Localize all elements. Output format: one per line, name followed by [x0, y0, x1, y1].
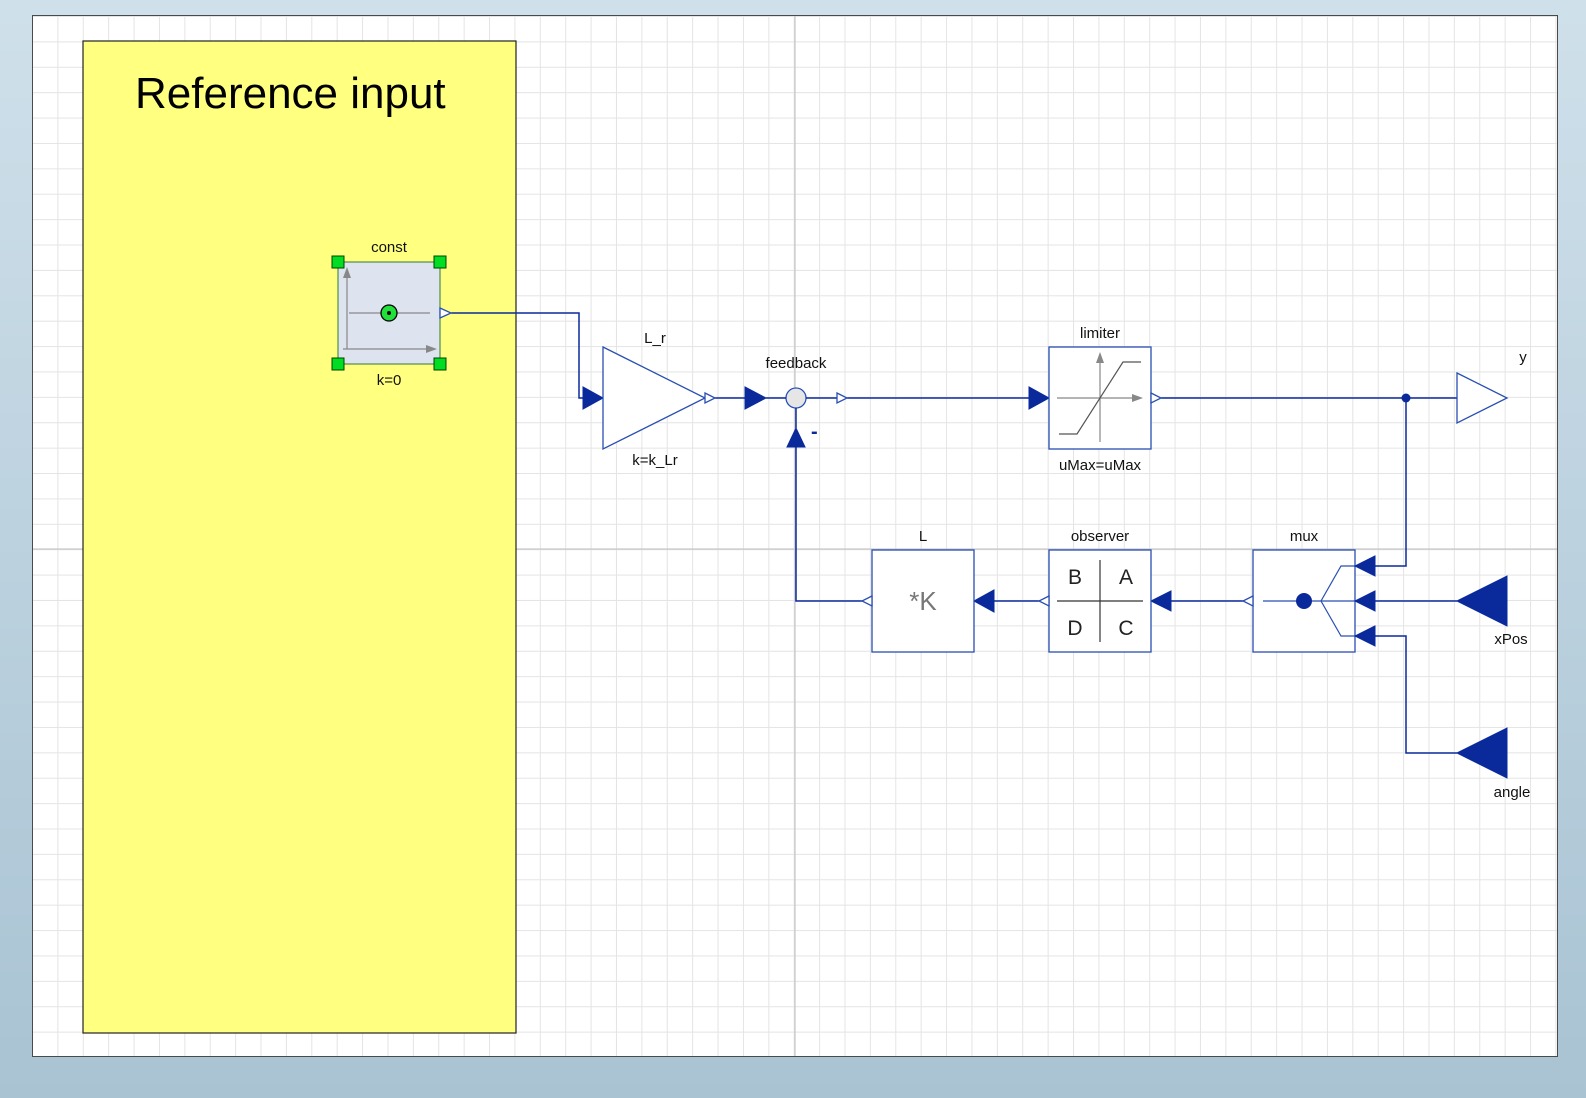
limiter-output-port[interactable] [1150, 391, 1163, 405]
wire-L-to-feedback[interactable] [795, 447, 872, 602]
observer-cell-b: B [1068, 566, 1082, 589]
limiter-block[interactable]: limiter uMax=uMax [1028, 325, 1163, 474]
selection-handle-top-right[interactable] [433, 255, 447, 269]
sum-circle-icon [785, 387, 807, 409]
reference-input-note[interactable]: Reference input [82, 40, 517, 1034]
input-triangle-icon [1455, 575, 1508, 627]
mux-input-port-3[interactable] [1353, 625, 1376, 647]
observer-block[interactable]: observer B A D C [1037, 528, 1172, 653]
mux-name: mux [1290, 528, 1319, 545]
L-name: L [919, 528, 927, 545]
observer-cell-c: C [1118, 617, 1133, 640]
mux-input-port-2[interactable] [1353, 590, 1376, 612]
gain-lr-output-port[interactable] [704, 391, 717, 405]
limiter-param: uMax=uMax [1059, 457, 1142, 474]
selection-handle-top-left[interactable] [331, 255, 345, 269]
mux-input-port-1[interactable] [1353, 555, 1376, 577]
limiter-input-port[interactable] [1028, 386, 1051, 410]
L-block[interactable]: L *K [860, 528, 995, 653]
gain-lr-param: k=k_Lr [632, 452, 677, 469]
const-param: k=0 [377, 372, 402, 389]
angle-label: angle [1494, 784, 1531, 801]
feedback-negative-input-port[interactable] [786, 426, 806, 448]
limiter-name: limiter [1080, 325, 1120, 342]
y-output-connector[interactable]: y [1456, 349, 1527, 425]
selection-handle-bottom-right[interactable] [433, 357, 447, 371]
gain-lr-input-port[interactable] [582, 386, 605, 410]
xpos-label: xPos [1494, 631, 1527, 648]
wire-angle-to-mux[interactable] [1375, 635, 1457, 754]
observer-output-port[interactable] [1037, 594, 1050, 608]
diagram-svg: Reference input const k=0 L_r k=k_Lr fee… [33, 16, 1557, 1056]
L-input-port[interactable] [972, 589, 995, 613]
gain-triangle-icon [602, 345, 707, 451]
feedback-sign: - [811, 421, 818, 443]
const-name: const [371, 239, 408, 256]
L-glyph: *K [909, 586, 937, 616]
feedback-output-port[interactable] [836, 391, 849, 405]
angle-input-connector[interactable]: angle [1455, 727, 1531, 801]
mux-junction-icon [1296, 593, 1312, 609]
feedback-input-port[interactable] [744, 386, 768, 410]
gain-lr-name: L_r [644, 330, 666, 347]
L-output-port[interactable] [860, 594, 873, 608]
xpos-input-connector[interactable]: xPos [1455, 575, 1528, 648]
mux-block[interactable]: mux [1241, 528, 1376, 653]
feedback-block[interactable]: feedback - [744, 355, 849, 448]
observer-name: observer [1071, 528, 1129, 545]
mux-output-port[interactable] [1241, 594, 1254, 608]
y-label: y [1519, 349, 1527, 366]
observer-cell-a: A [1119, 566, 1133, 589]
observer-input-port[interactable] [1149, 590, 1172, 612]
wire-y-to-mux[interactable] [1375, 398, 1407, 567]
gain-lr-block[interactable]: L_r k=k_Lr [582, 330, 717, 469]
observer-cell-d: D [1067, 617, 1082, 640]
input-triangle-icon [1455, 727, 1508, 779]
selection-handle-bottom-left[interactable] [331, 357, 345, 371]
output-triangle-icon [1456, 371, 1509, 425]
note-title: Reference input [135, 69, 446, 118]
junction-dot [1401, 393, 1411, 403]
diagram-canvas[interactable]: Reference input const k=0 L_r k=k_Lr fee… [32, 15, 1558, 1057]
feedback-name: feedback [766, 355, 827, 372]
